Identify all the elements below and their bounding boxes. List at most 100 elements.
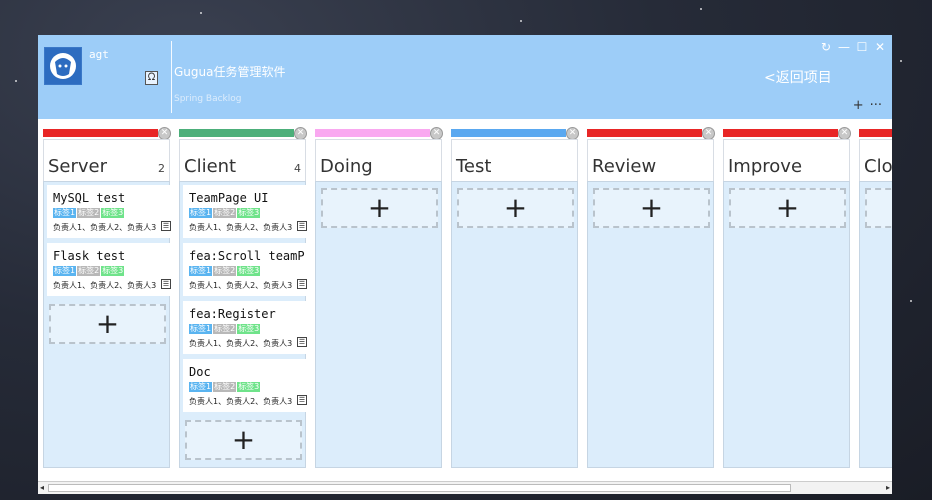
user-switch-icon[interactable]: ᘯ — [145, 71, 158, 85]
more-options-button[interactable]: ··· — [870, 98, 882, 113]
task-title: fea:Register — [189, 307, 276, 321]
column-review: ✕ Review + — [587, 127, 715, 468]
column-title: Client — [184, 156, 237, 177]
back-to-projects-link[interactable]: <返回项目 — [764, 67, 832, 87]
add-task-button[interactable]: + — [321, 188, 438, 228]
task-tag: 标签1 — [189, 266, 213, 276]
column-title: Improve — [728, 156, 803, 177]
column-title: Review — [592, 156, 657, 177]
card-menu-icon[interactable]: ☰ — [297, 279, 307, 289]
column-color-bar — [723, 129, 838, 137]
task-tag: 标签1 — [189, 382, 213, 392]
add-task-button[interactable]: + — [185, 420, 302, 460]
task-tag: 标签2 — [77, 208, 101, 218]
add-task-button[interactable]: + — [865, 188, 892, 228]
task-tag: 标签1 — [189, 208, 213, 218]
card-menu-icon[interactable]: ☰ — [297, 395, 307, 405]
task-assignees: 负责人1、负责人2、负责人3 — [189, 339, 293, 348]
task-card[interactable]: MySQL test 标签1 标签2 标签3 负责人1、负责人2、负责人3 ☰ — [47, 185, 171, 238]
maximize-icon[interactable]: ☐ — [856, 40, 868, 54]
task-title: Doc — [189, 365, 211, 379]
task-card[interactable]: fea:Register 标签1 标签2 标签3 负责人1、负责人2、负责人3 ☰ — [183, 301, 307, 354]
column-header: Test — [451, 139, 578, 181]
column-body: + — [315, 181, 442, 468]
task-tag: 标签3 — [237, 208, 261, 218]
window-controls: ↻ — ☐ ✕ — [820, 40, 886, 54]
task-tags: 标签1 标签2 标签3 — [53, 266, 125, 276]
scroll-thumb[interactable] — [48, 484, 791, 492]
task-tag: 标签3 — [101, 266, 125, 276]
column-clo: ✕Clo+ — [859, 127, 892, 468]
column-color-bar — [587, 129, 702, 137]
task-tags: 标签1 标签2 标签3 — [189, 208, 261, 218]
task-assignees: 负责人1、负责人2、负责人3 — [53, 281, 157, 290]
titlebar: agt ᘯ Gugua任务管理软件 Spring Backlog ↻ — ☐ ✕… — [38, 35, 892, 119]
task-tag: 标签2 — [213, 324, 237, 334]
column-header: Server 2 — [43, 139, 170, 181]
add-task-button[interactable]: + — [593, 188, 710, 228]
task-card[interactable]: Doc 标签1 标签2 标签3 负责人1、负责人2、负责人3 ☰ — [183, 359, 307, 412]
app-subtitle: Spring Backlog — [174, 94, 242, 104]
star — [520, 20, 522, 22]
task-card[interactable]: fea:Scroll teamP 标签1 标签2 标签3 负责人1、负责人2、负责人3 ☰ — [183, 243, 307, 296]
avatar[interactable] — [44, 47, 82, 85]
column-color-bar — [179, 129, 294, 137]
task-tags: 标签1 标签2 标签3 — [189, 266, 261, 276]
task-title: fea:Scroll teamP — [189, 249, 305, 263]
minimize-icon[interactable]: — — [838, 40, 850, 54]
column-doing: ✕ Doing + — [315, 127, 443, 468]
star — [700, 8, 702, 10]
card-menu-icon[interactable]: ☰ — [161, 279, 171, 289]
task-assignees: 负责人1、负责人2、负责人3 — [189, 223, 293, 232]
task-tags: 标签1 标签2 标签3 — [189, 324, 261, 334]
star — [200, 12, 202, 14]
task-tags: 标签1 标签2 标签3 — [53, 208, 125, 218]
kanban-board: ✕ Server 2 MySQL test 标签1 标签2 标签3 负责人1、负责人2、负责人… — [38, 119, 892, 481]
column-server: ✕ Server 2 MySQL test 标签1 标签2 标签3 负责人1、负责人2、负责人… — [43, 127, 171, 468]
column-count: 2 — [158, 162, 165, 175]
horizontal-scrollbar[interactable]: ◂ ▸ — [38, 481, 892, 494]
card-menu-icon[interactable]: ☰ — [161, 221, 171, 231]
user-name: agt — [89, 48, 109, 61]
column-test: ✕ Test + — [451, 127, 579, 468]
task-card[interactable]: Flask test 标签1 标签2 标签3 负责人1、负责人2、负责人3 ☰ — [47, 243, 171, 296]
column-header: Clo — [859, 139, 892, 181]
task-tag: 标签3 — [237, 266, 261, 276]
column-header: Review — [587, 139, 714, 181]
add-task-button[interactable]: + — [457, 188, 574, 228]
scroll-left-icon[interactable]: ◂ — [40, 483, 44, 492]
star — [910, 300, 912, 302]
column-title: Doing — [320, 156, 373, 177]
add-task-button[interactable]: + — [49, 304, 166, 344]
toolbar-actions: + ··· — [853, 98, 882, 113]
column-header: Client 4 — [179, 139, 306, 181]
add-column-button[interactable]: + — [853, 98, 864, 113]
task-tag: 标签3 — [101, 208, 125, 218]
card-menu-icon[interactable]: ☰ — [297, 221, 307, 231]
column-client: ✕ Client 4 TeamPage UI 标签1 标签2 标签3 负责人1、负责人2、负责… — [179, 127, 307, 468]
refresh-icon[interactable]: ↻ — [820, 40, 832, 54]
close-icon[interactable]: ✕ — [874, 40, 886, 54]
task-tag: 标签2 — [77, 266, 101, 276]
task-title: MySQL test — [53, 191, 126, 205]
task-tag: 标签2 — [213, 208, 237, 218]
avatar-image — [45, 48, 81, 84]
star — [15, 80, 17, 82]
card-menu-icon[interactable]: ☰ — [297, 337, 307, 347]
column-body: + — [859, 181, 892, 468]
column-body: + — [723, 181, 850, 468]
column-body: + — [587, 181, 714, 468]
column-header: Improve — [723, 139, 850, 181]
column-title: Server — [48, 156, 108, 177]
scroll-right-icon[interactable]: ▸ — [886, 483, 890, 492]
task-card[interactable]: TeamPage UI 标签1 标签2 标签3 负责人1、负责人2、负责人3 ☰ — [183, 185, 307, 238]
column-color-bar — [451, 129, 566, 137]
task-tag: 标签1 — [53, 208, 77, 218]
task-tag: 标签1 — [53, 266, 77, 276]
add-task-button[interactable]: + — [729, 188, 846, 228]
column-body: + — [451, 181, 578, 468]
star — [900, 60, 902, 62]
task-tag: 标签3 — [237, 324, 261, 334]
task-assignees: 负责人1、负责人2、负责人3 — [189, 281, 293, 290]
task-assignees: 负责人1、负责人2、负责人3 — [189, 397, 293, 406]
